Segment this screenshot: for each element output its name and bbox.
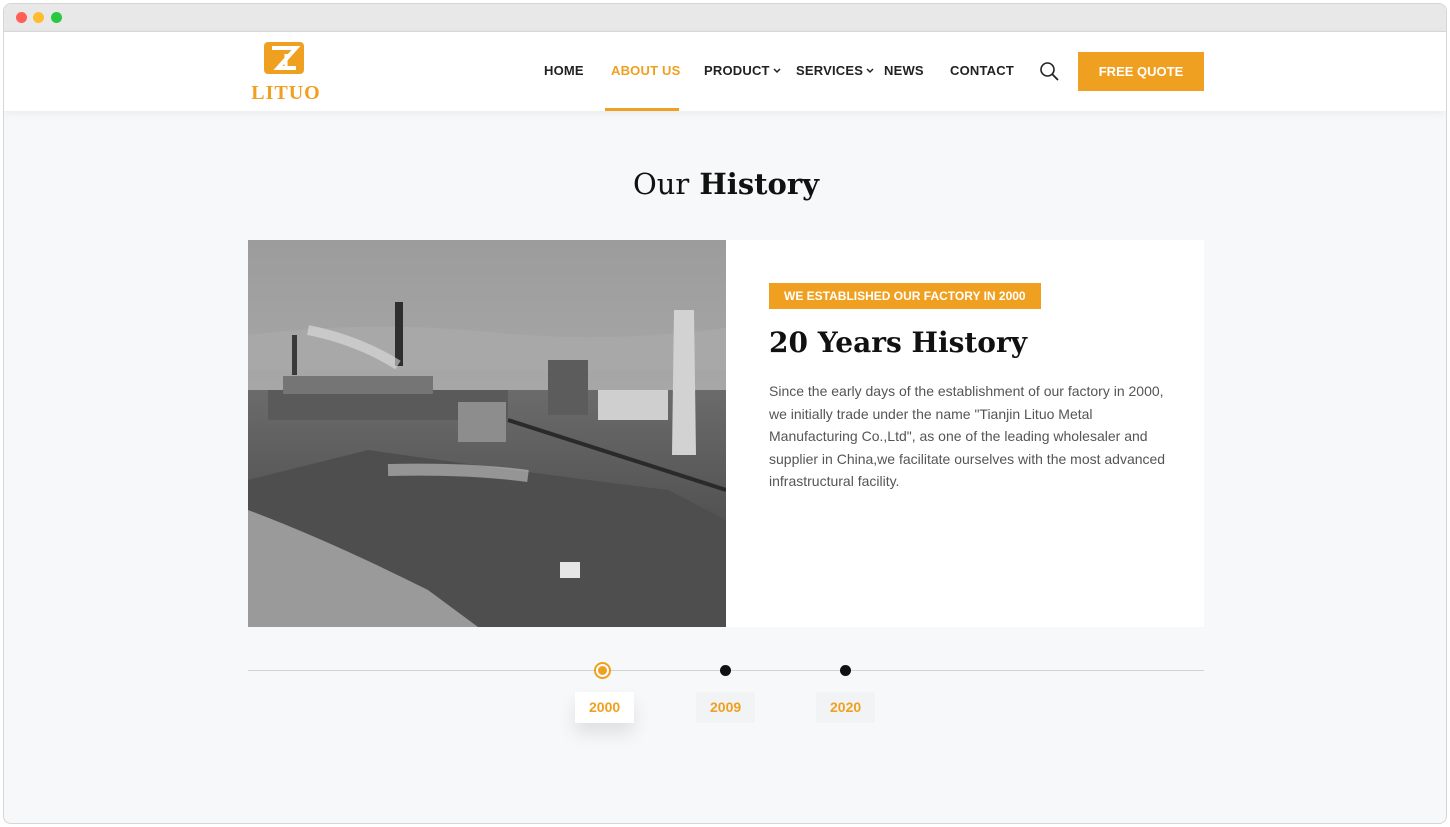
history-card: WE ESTABLISHED OUR FACTORY IN 2000 20 Ye… (726, 240, 1204, 627)
section-title: Our History (4, 167, 1446, 201)
section-title-light: Our (632, 167, 690, 201)
timeline-dot-2000[interactable] (594, 662, 611, 679)
minimize-window-button[interactable] (33, 12, 44, 23)
site-header: LITUO HOME ABOUT US PRODUCT SERVICES NEW… (4, 32, 1446, 111)
nav-product-label: PRODUCT (704, 63, 770, 78)
nav-home[interactable]: HOME (544, 63, 584, 78)
timeline-year-2009[interactable]: 2009 (696, 692, 756, 723)
nav-services-label: SERVICES (796, 63, 864, 78)
search-icon[interactable] (1039, 61, 1059, 81)
chevron-down-icon (866, 68, 874, 74)
nav-news[interactable]: NEWS (884, 63, 924, 78)
history-title: 20 Years History (769, 326, 1027, 359)
nav-product[interactable]: PRODUCT (704, 63, 781, 78)
nav-contact[interactable]: CONTACT (950, 63, 1014, 78)
active-nav-indicator (605, 108, 679, 111)
logo-text: LITUO (251, 82, 321, 104)
history-title-light: 20 Years (769, 326, 902, 359)
browser-window: LITUO HOME ABOUT US PRODUCT SERVICES NEW… (3, 3, 1447, 824)
free-quote-button[interactable]: FREE QUOTE (1078, 52, 1204, 91)
title-bar (4, 4, 1446, 32)
timeline-dot-2020[interactable] (840, 665, 851, 676)
maximize-window-button[interactable] (51, 12, 62, 23)
timeline-dot-2009[interactable] (720, 665, 731, 676)
section-title-bold: History (699, 167, 820, 201)
history-photo (248, 240, 726, 627)
nav-services[interactable]: SERVICES (796, 63, 874, 78)
chevron-down-icon (773, 68, 781, 74)
logo[interactable]: LITUO (248, 41, 324, 104)
history-description: Since the early days of the establishmen… (769, 383, 1166, 489)
timeline-year-2000[interactable]: 2000 (575, 692, 635, 723)
nav-about-us[interactable]: ABOUT US (611, 63, 681, 78)
timeline-year-2020[interactable]: 2020 (816, 692, 876, 723)
close-window-button[interactable] (16, 12, 27, 23)
logo-mark-icon (264, 42, 304, 74)
history-tag: WE ESTABLISHED OUR FACTORY IN 2000 (769, 283, 1041, 309)
history-title-bold: History (911, 326, 1028, 359)
